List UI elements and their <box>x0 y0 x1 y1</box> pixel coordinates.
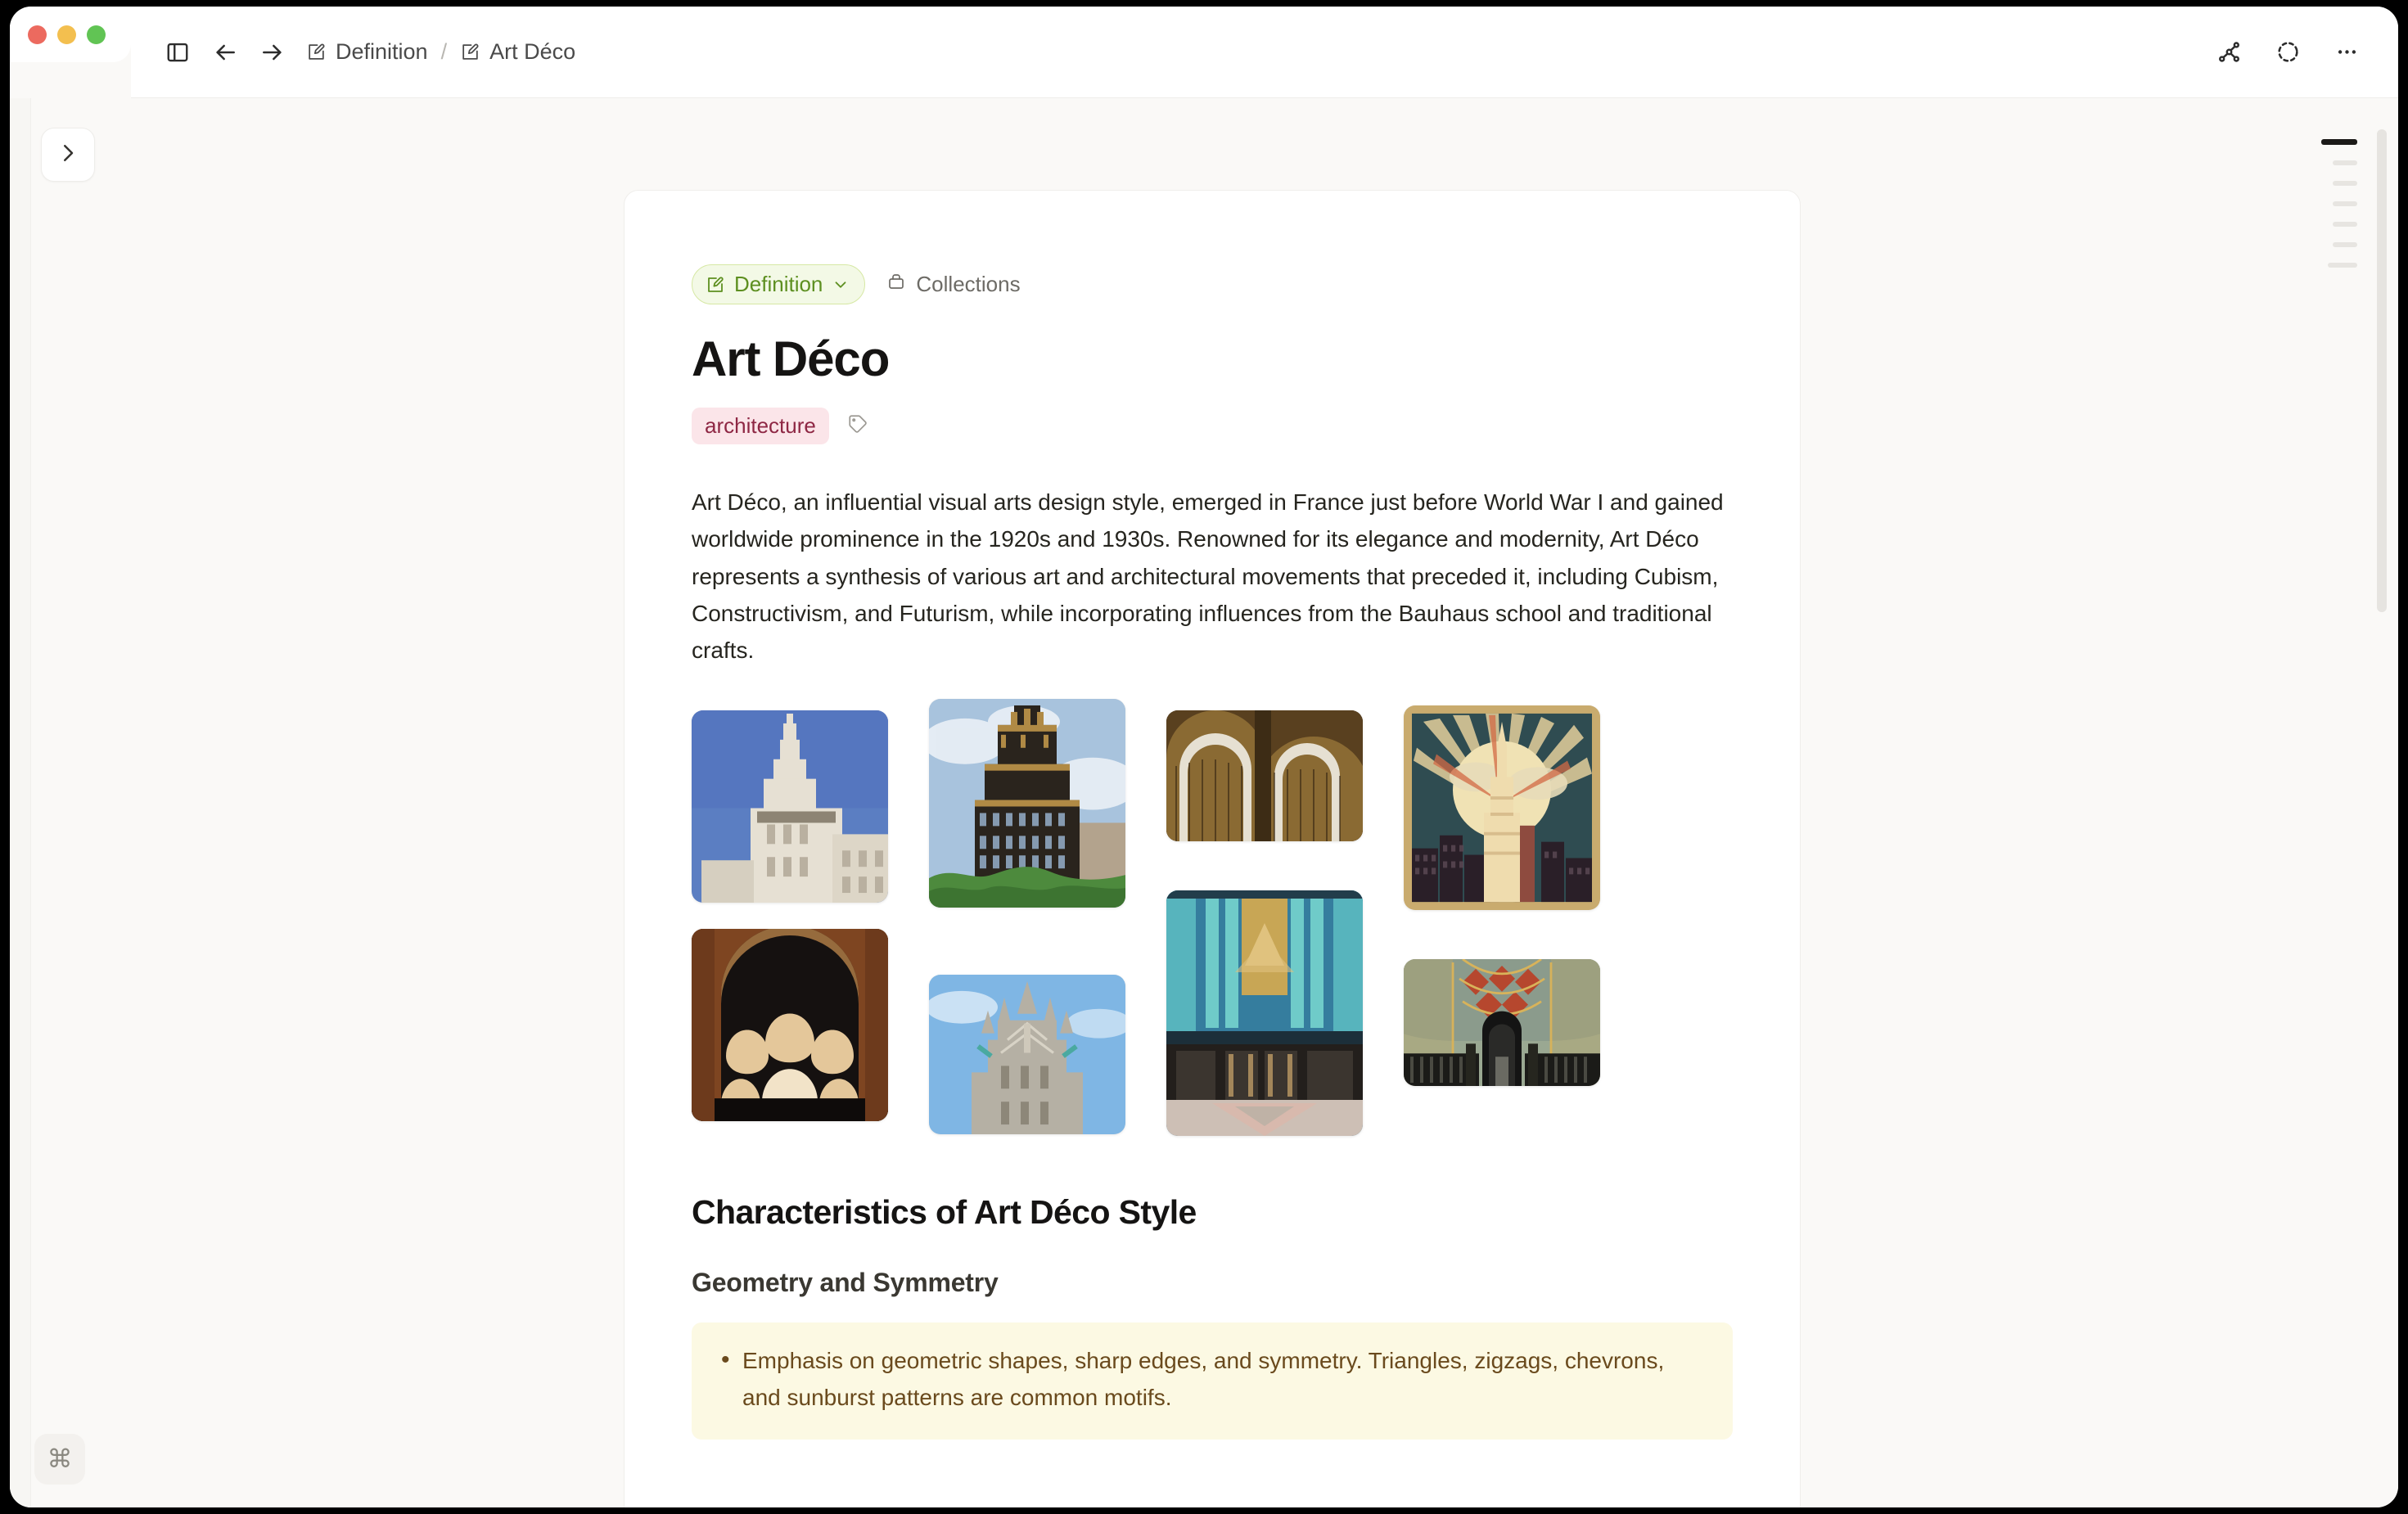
tag-architecture[interactable]: architecture <box>692 408 829 444</box>
more-horizontal-icon[interactable] <box>2323 29 2370 76</box>
breadcrumb-item-art-deco[interactable]: Art Déco <box>450 34 585 70</box>
gallery-image-chrysler-crown-detail[interactable] <box>1166 710 1363 841</box>
page-title: Art Déco <box>692 331 890 386</box>
outline-line[interactable] <box>2333 201 2357 206</box>
section-subheading: Geometry and Symmetry <box>692 1267 999 1297</box>
graph-view-icon[interactable] <box>2205 29 2252 76</box>
note-edit-icon <box>460 42 480 62</box>
close-button[interactable] <box>28 25 47 44</box>
collections-button[interactable]: Collections <box>886 272 1021 297</box>
callout-list: Emphasis on geometric shapes, sharp edge… <box>716 1341 1708 1417</box>
minimize-button[interactable] <box>57 25 76 44</box>
list-item: Emphasis on geometric shapes, sharp edge… <box>716 1341 1708 1417</box>
gallery-image-gothic-deco-spire[interactable] <box>929 974 1125 1134</box>
chevron-right-icon <box>56 141 80 169</box>
gallery-image-american-radiator-building[interactable] <box>929 698 1125 908</box>
document-meta-row: Definition Collections <box>692 264 1733 304</box>
outline-line[interactable] <box>2328 263 2357 268</box>
gallery-column-3 <box>1166 710 1363 1136</box>
tag-row: architecture <box>692 408 1733 444</box>
outline-minimap[interactable] <box>2315 139 2357 268</box>
breadcrumb-label: Definition <box>336 39 428 64</box>
zoom-button[interactable] <box>87 25 106 44</box>
tag-icon[interactable] <box>847 413 868 439</box>
dashed-circle-icon[interactable] <box>2264 29 2311 76</box>
document-type-label: Definition <box>734 272 823 296</box>
collections-label: Collections <box>916 272 1021 296</box>
gallery-image-art-deco-fan-arch-interior[interactable] <box>692 928 888 1121</box>
archive-box-icon <box>886 272 906 297</box>
outline-line[interactable] <box>2333 160 2357 165</box>
document-card: Definition Collections Art Déco architec… <box>624 190 1801 1507</box>
vertical-scrollbar[interactable] <box>2377 113 2387 1493</box>
scrollbar-thumb[interactable] <box>2377 129 2387 612</box>
sidebar-toggle-icon[interactable] <box>154 29 201 76</box>
callout-block: Emphasis on geometric shapes, sharp edge… <box>692 1322 1733 1440</box>
gallery-image-deco-skyline-poster[interactable] <box>1404 705 1600 910</box>
breadcrumb-item-definition[interactable]: Definition <box>296 34 438 70</box>
window-controls <box>10 7 131 62</box>
gallery-column-4 <box>1404 705 1600 1086</box>
gallery-column-2 <box>929 698 1125 1134</box>
gallery-column-1 <box>692 710 888 1121</box>
expand-sidebar-button[interactable] <box>41 128 95 182</box>
back-button[interactable] <box>201 29 249 76</box>
toolbar-left-group: Definition / Art Déco <box>154 29 2205 76</box>
top-toolbar: Definition / Art Déco <box>131 7 2398 98</box>
left-rail <box>10 98 31 1507</box>
chevron-down-icon <box>832 276 850 294</box>
toolbar-right-group <box>2205 29 2370 76</box>
outline-line[interactable] <box>2333 181 2357 186</box>
forward-button[interactable] <box>249 29 296 76</box>
image-gallery <box>692 698 1733 1136</box>
gallery-image-vaulted-ceiling-corridor[interactable] <box>1404 958 1600 1086</box>
document-type-badge[interactable]: Definition <box>692 264 866 304</box>
outline-line[interactable] <box>2333 242 2357 247</box>
command-icon: ⌘ <box>47 1444 73 1473</box>
desktop-background: Definition / Art Déco ⌘ Definition Colle… <box>0 0 2408 1514</box>
section-heading: Characteristics of Art Déco Style <box>692 1192 1197 1231</box>
note-edit-icon <box>306 42 327 62</box>
command-palette-button[interactable]: ⌘ <box>34 1434 85 1485</box>
breadcrumb-separator: / <box>440 39 448 64</box>
breadcrumb-label: Art Déco <box>489 39 576 64</box>
content-area: ⌘ Definition Collections Art Déco archit… <box>10 98 2398 1507</box>
outline-line[interactable] <box>2333 222 2357 227</box>
gallery-image-art-deco-tower-blue-sky[interactable] <box>692 710 888 903</box>
gallery-image-deco-lobby-entrance[interactable] <box>1166 890 1363 1136</box>
outline-line-active[interactable] <box>2321 139 2357 145</box>
note-edit-icon <box>706 275 725 295</box>
document-paragraph: Art Déco, an influential visual arts des… <box>692 489 1724 664</box>
app-window: Definition / Art Déco ⌘ Definition Colle… <box>10 7 2398 1507</box>
